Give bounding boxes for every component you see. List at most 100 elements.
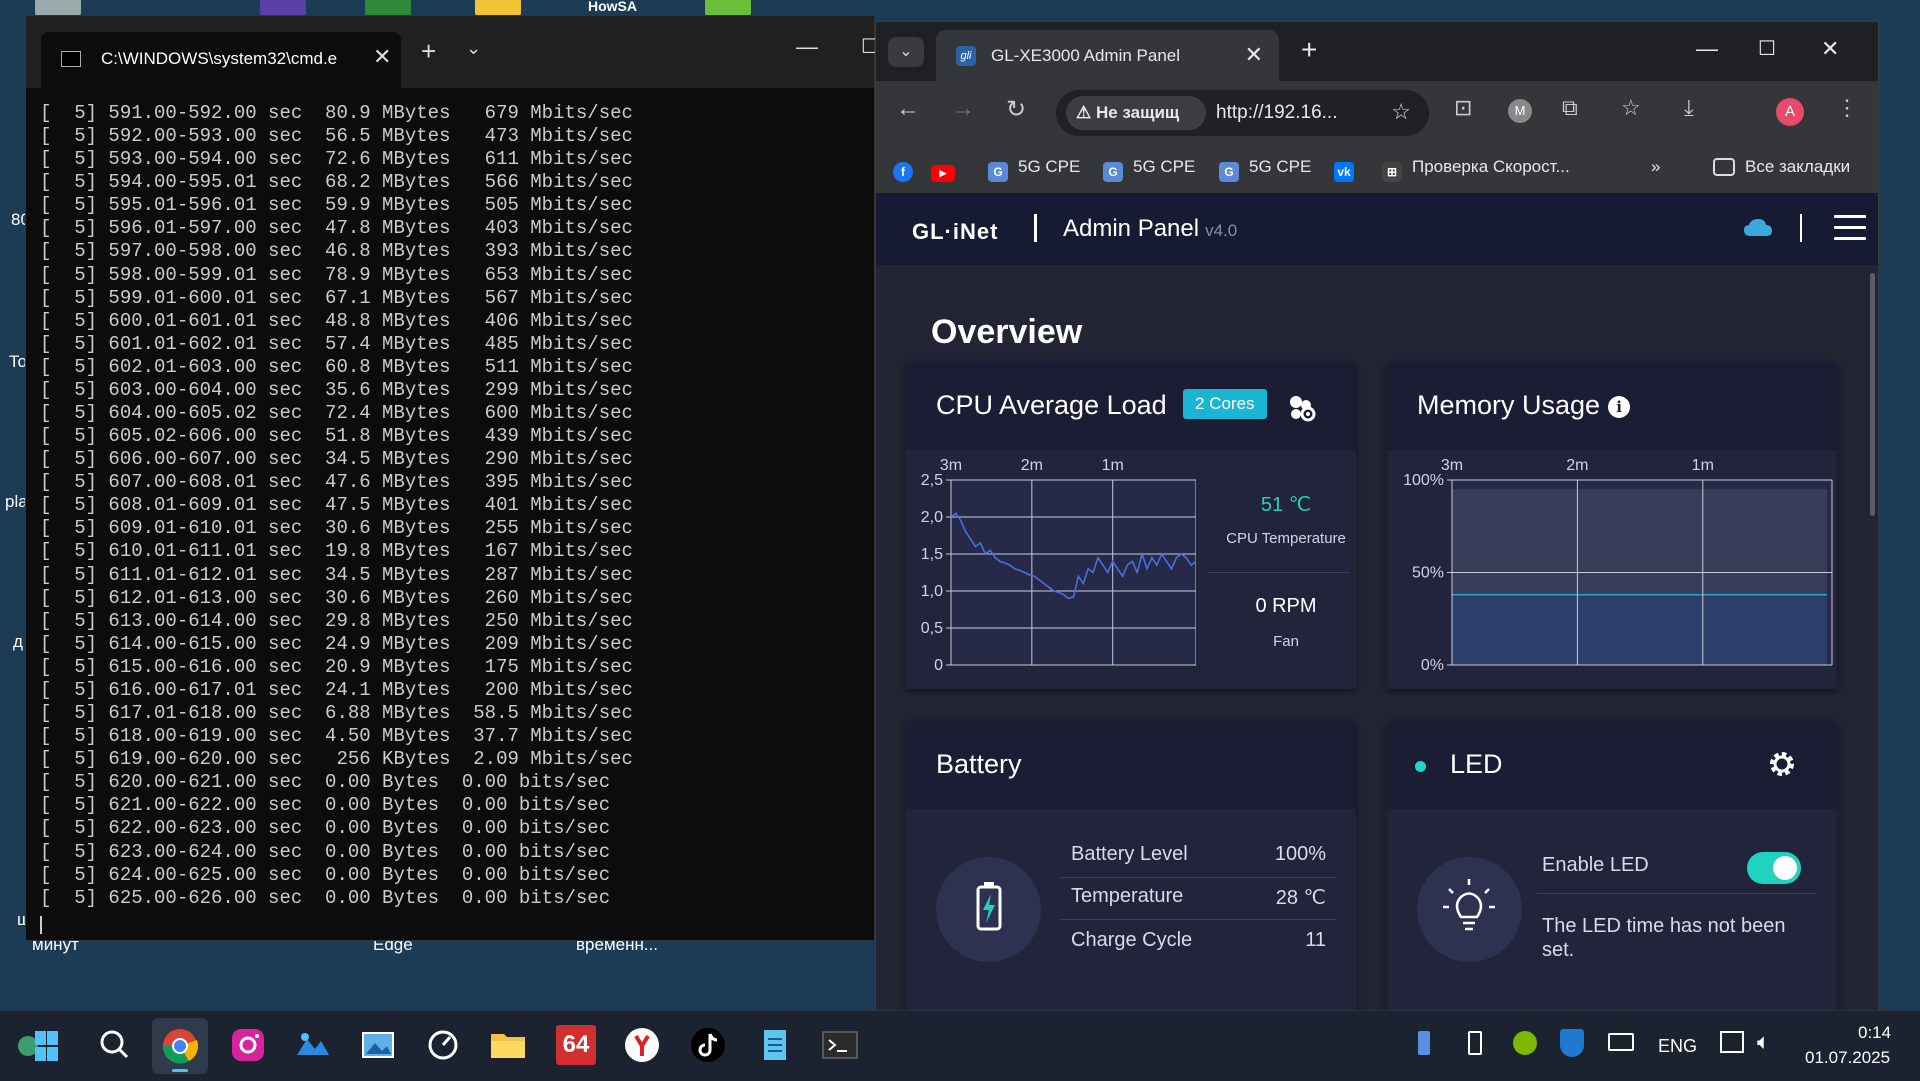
reload-icon[interactable]: ↻: [1006, 95, 1026, 124]
address-bar[interactable]: ⚠ Не защищ http://192.16... ☆: [1056, 90, 1429, 136]
enable-led-toggle[interactable]: [1747, 852, 1801, 884]
security-warning[interactable]: ⚠ Не защищ: [1066, 96, 1206, 130]
bookmark-label: 5G CPE: [1249, 157, 1312, 176]
bookmark-5g-cpe[interactable]: G 5G CPE: [988, 157, 1080, 182]
extension-icon[interactable]: ⊡: [1454, 95, 1472, 121]
led-card: LED Enable LED The LED time has not been…: [1387, 721, 1837, 1010]
memory-x-tick: 1m: [1692, 457, 1714, 474]
page-scrollbar[interactable]: [1870, 273, 1875, 516]
terminal-tab-title: C:\WINDOWS\system32\cmd.e: [101, 49, 338, 68]
info-icon[interactable]: i: [1608, 396, 1631, 418]
battery-icon: [936, 857, 1041, 962]
cpu-y-tick: 0,5: [921, 620, 943, 637]
browser-tab[interactable]: gli GL-XE3000 Admin Panel ✕: [936, 30, 1279, 81]
bookmark-5g-cpe[interactable]: G 5G CPE: [1103, 157, 1195, 182]
minimize-icon[interactable]: —: [796, 34, 818, 60]
terminal-window[interactable]: C:\WINDOWS\system32\cmd.e ✕ + ⌄ — ☐ [ 5]…: [25, 15, 879, 941]
security-label: Не защищ: [1095, 103, 1180, 122]
clock-date[interactable]: 01.07.2025: [1805, 1048, 1890, 1068]
volume-icon[interactable]: 🔈︎: [1757, 1029, 1770, 1055]
terminal-line: [ 5] 612.01-613.00 sec 30.6 MBytes 260 M…: [40, 586, 633, 609]
bookmark-label: 5G CPE: [1133, 157, 1196, 176]
input-language[interactable]: ENG: [1658, 1036, 1697, 1057]
bookmarks-bar: f ▶ G 5G CPE G 5G CPE G 5G CPE vk ⊞ Проверка…: [876, 143, 1878, 194]
search-icon[interactable]: [95, 1025, 135, 1065]
clock-time[interactable]: 0:14: [1858, 1023, 1891, 1043]
url-text[interactable]: http://192.16...: [1216, 102, 1366, 124]
battery-level-row: Battery Level 100%: [1061, 833, 1336, 878]
profile-avatar[interactable]: A: [1776, 98, 1804, 126]
favorites-icon[interactable]: ☆: [1621, 95, 1641, 121]
all-bookmarks[interactable]: Все закладки: [1713, 157, 1850, 177]
glinet-logo[interactable]: GL·iNet: [912, 219, 998, 245]
windows-security-icon[interactable]: [1560, 1029, 1584, 1057]
instagram-icon[interactable]: [228, 1025, 268, 1065]
stat-divider: [1208, 572, 1350, 573]
minimize-icon[interactable]: —: [1696, 36, 1718, 62]
admin-page: GL·iNet Admin Panel v4.0 Overview CPU Ave…: [876, 193, 1878, 1010]
terminal-line: [ 5] 624.00-625.00 sec 0.00 Bytes 0.00 b…: [40, 863, 611, 886]
bookmark-facebook[interactable]: f: [893, 157, 923, 182]
chevron-down-icon[interactable]: ⌄: [466, 38, 481, 59]
cpu-z-icon[interactable]: 64: [556, 1025, 596, 1065]
network-icon[interactable]: [1720, 1031, 1744, 1053]
battery-temperature-value: 28 ℃: [1275, 887, 1326, 909]
chrome-icon[interactable]: [152, 1018, 208, 1074]
close-window-icon[interactable]: ✕: [1821, 36, 1839, 62]
terminal-icon[interactable]: [820, 1025, 860, 1069]
cloud-icon[interactable]: [1743, 217, 1773, 237]
charge-cycle-value: 11: [1305, 929, 1326, 951]
file-explorer-icon[interactable]: [488, 1025, 528, 1065]
usb-device-icon[interactable]: [1468, 1031, 1482, 1055]
photos-icon[interactable]: [293, 1025, 333, 1065]
app-tray-icon[interactable]: [1513, 1031, 1537, 1055]
new-tab-icon[interactable]: +: [421, 36, 436, 67]
notepad-icon[interactable]: [755, 1025, 795, 1069]
bookmark-star-icon[interactable]: ☆: [1391, 99, 1411, 125]
bookmark-5g-cpe[interactable]: G 5G CPE: [1219, 157, 1311, 182]
forward-icon[interactable]: →: [951, 95, 975, 123]
terminal-line: [ 5] 608.01-609.01 sec 47.5 MBytes 401 M…: [40, 494, 633, 517]
terminal-cursor: [40, 915, 42, 934]
bookmark-youtube[interactable]: ▶: [931, 157, 965, 182]
terminal-line: [ 5] 616.00-617.01 sec 24.1 MBytes 200 M…: [40, 678, 633, 701]
gear-icon[interactable]: [1767, 749, 1797, 779]
terminal-tab[interactable]: C:\WINDOWS\system32\cmd.e ✕: [41, 32, 401, 88]
bookmark-speedtest[interactable]: ⊞ Проверка Скорост...: [1382, 157, 1570, 182]
header-divider: [1800, 214, 1802, 242]
puzzle-icon[interactable]: ⧉: [1562, 95, 1578, 121]
close-tab-icon[interactable]: ✕: [373, 44, 391, 70]
terminal-line: [ 5] 619.00-620.00 sec 256 KBytes 2.09 M…: [40, 748, 633, 771]
more-bookmarks-icon[interactable]: »: [1651, 157, 1660, 177]
menu-kebab-icon[interactable]: ⋮: [1836, 95, 1858, 121]
keyboard-icon[interactable]: [1608, 1033, 1634, 1051]
cpu-card-body: 2,5 2,0 1,5 1,0 0,5 0 3m 2m 1m 51 ℃ CPU Temperat…: [906, 450, 1356, 689]
terminal-output[interactable]: [ 5] 591.00-592.00 sec 80.9 MBytes 679 M…: [40, 102, 874, 940]
yandex-browser-icon[interactable]: [622, 1025, 662, 1065]
bookmark-vk[interactable]: vk: [1334, 157, 1364, 182]
memory-y-tick: 100%: [1403, 472, 1444, 489]
tiktok-icon[interactable]: [688, 1025, 728, 1065]
terminal-line: [ 5] 617.01-618.00 sec 6.88 MBytes 58.5 …: [40, 702, 633, 725]
extension-m-icon[interactable]: M: [1508, 99, 1532, 123]
start-icon[interactable]: [17, 1027, 58, 1067]
facebook-icon: f: [893, 162, 913, 182]
new-tab-icon[interactable]: +: [1301, 34, 1317, 66]
bookmark-label: Проверка Скорост...: [1412, 157, 1570, 176]
tab-search-icon[interactable]: ⌄: [888, 37, 924, 67]
download-icon[interactable]: ⤓: [1684, 95, 1694, 121]
5g-cpe-icon: G: [988, 162, 1008, 182]
back-icon[interactable]: ←: [896, 95, 920, 123]
maximize-icon[interactable]: ☐: [1758, 36, 1776, 61]
hamburger-menu-icon[interactable]: [1834, 215, 1866, 241]
charge-cycle-label: Charge Cycle: [1071, 929, 1193, 951]
terminal-line: [ 5] 591.00-592.00 sec 80.9 MBytes 679 M…: [40, 102, 633, 124]
battery-temperature-row: Temperature 28 ℃: [1061, 875, 1336, 920]
usb-drive-icon[interactable]: [1418, 1031, 1430, 1055]
close-tab-icon[interactable]: ✕: [1245, 42, 1263, 68]
image-viewer-icon[interactable]: [358, 1025, 398, 1065]
browser-window[interactable]: ⌄ gli GL-XE3000 Admin Panel ✕ + — ☐ ✕ ← …: [875, 21, 1879, 1011]
speedometer-icon[interactable]: [423, 1025, 463, 1065]
memory-title-text: Memory Usage: [1417, 390, 1601, 420]
fan-icon[interactable]: [1286, 392, 1316, 422]
